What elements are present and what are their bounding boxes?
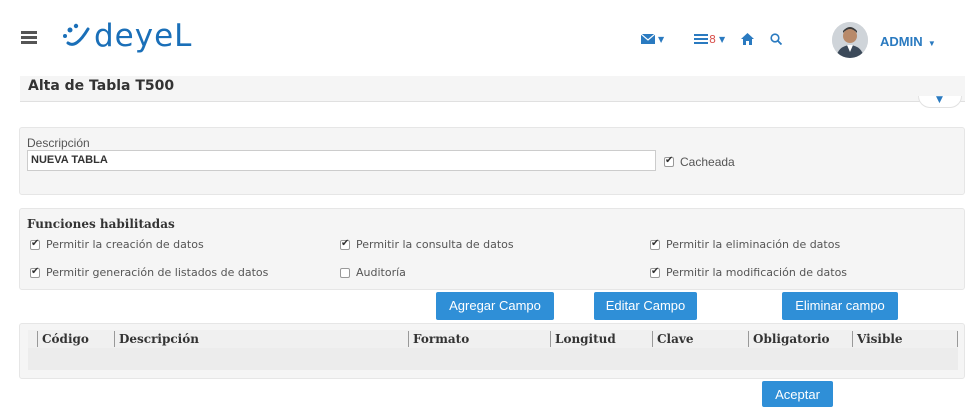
chevron-down-icon: ▼ [658,34,665,44]
checkbox[interactable] [30,238,40,250]
column-header-length[interactable]: Longitud [550,331,652,347]
description-label: Descripción [27,136,90,150]
calendar-icon [694,33,708,44]
column-header-key[interactable]: Clave [652,331,748,347]
logo-mark-icon [63,23,90,46]
checkbox[interactable] [30,266,40,278]
mail-icon [641,34,655,44]
delete-field-button[interactable]: Eliminar campo [782,292,898,320]
calendar-menu[interactable]: 8 ▼ [694,30,725,48]
search-button[interactable] [770,30,782,48]
collapse-toggle[interactable]: ▼ [918,95,962,108]
home-button[interactable] [741,30,754,48]
page-header: Alta de Tabla T500 [20,76,965,102]
logo[interactable]: deyeL [62,16,192,56]
checkbox[interactable] [340,267,350,278]
user-avatar-icon [832,22,868,58]
avatar[interactable] [832,22,868,58]
top-bar: deyeL ▼ 8 ▼ ADMIN ▼ [0,0,965,76]
user-name: ADMIN [880,34,923,49]
checkbox[interactable] [650,266,660,278]
page-title: Alta de Tabla T500 [28,78,175,94]
accept-button[interactable]: Aceptar [762,381,833,407]
checkbox[interactable] [340,238,350,250]
function-option-modify[interactable]: Permitir la modificación de datos [650,266,847,279]
function-option-label: Permitir la modificación de datos [666,266,848,279]
cached-label: Cacheada [680,155,735,169]
column-header-visible[interactable]: Visible [852,331,958,347]
notification-count: 8 [709,32,716,46]
mail-menu[interactable]: ▼ [641,30,664,48]
column-header-required[interactable]: Obligatorio [748,331,852,347]
arrow-down-icon: ▼ [936,95,943,105]
search-icon [770,33,782,45]
function-option-label: Permitir generación de listados de datos [46,266,269,279]
chevron-down-icon: ▼ [719,34,726,44]
description-input[interactable]: NUEVA TABLA [27,150,656,171]
checkbox[interactable] [664,155,674,167]
function-option-label: Permitir la consulta de datos [356,238,514,251]
function-option-listings[interactable]: Permitir generación de listados de datos [30,266,268,279]
cached-checkbox[interactable]: Cacheada [664,155,735,169]
function-option-label: Permitir la creación de datos [46,238,204,251]
column-header-description[interactable]: Descripción [114,331,408,347]
add-field-button[interactable]: Agregar Campo [436,292,554,320]
function-option-create[interactable]: Permitir la creación de datos [30,238,204,251]
grid-empty-body [28,348,958,370]
checkbox[interactable] [650,238,660,250]
function-option-delete[interactable]: Permitir la eliminación de datos [650,238,840,251]
home-icon [741,33,754,45]
logo-text: deyeL [94,18,193,54]
column-header-code[interactable]: Código [37,331,114,347]
function-option-label: Auditoría [356,266,406,279]
functions-title: Funciones habilitadas [27,217,175,231]
column-header-format[interactable]: Formato [408,331,550,347]
user-menu[interactable]: ADMIN ▼ [880,34,936,49]
chevron-down-icon: ▼ [925,39,936,48]
function-option-label: Permitir la eliminación de datos [666,238,841,251]
edit-field-button[interactable]: Editar Campo [594,292,697,320]
function-option-audit[interactable]: Auditoría [340,266,406,279]
menu-icon[interactable] [21,31,37,44]
function-option-query[interactable]: Permitir la consulta de datos [340,238,514,251]
